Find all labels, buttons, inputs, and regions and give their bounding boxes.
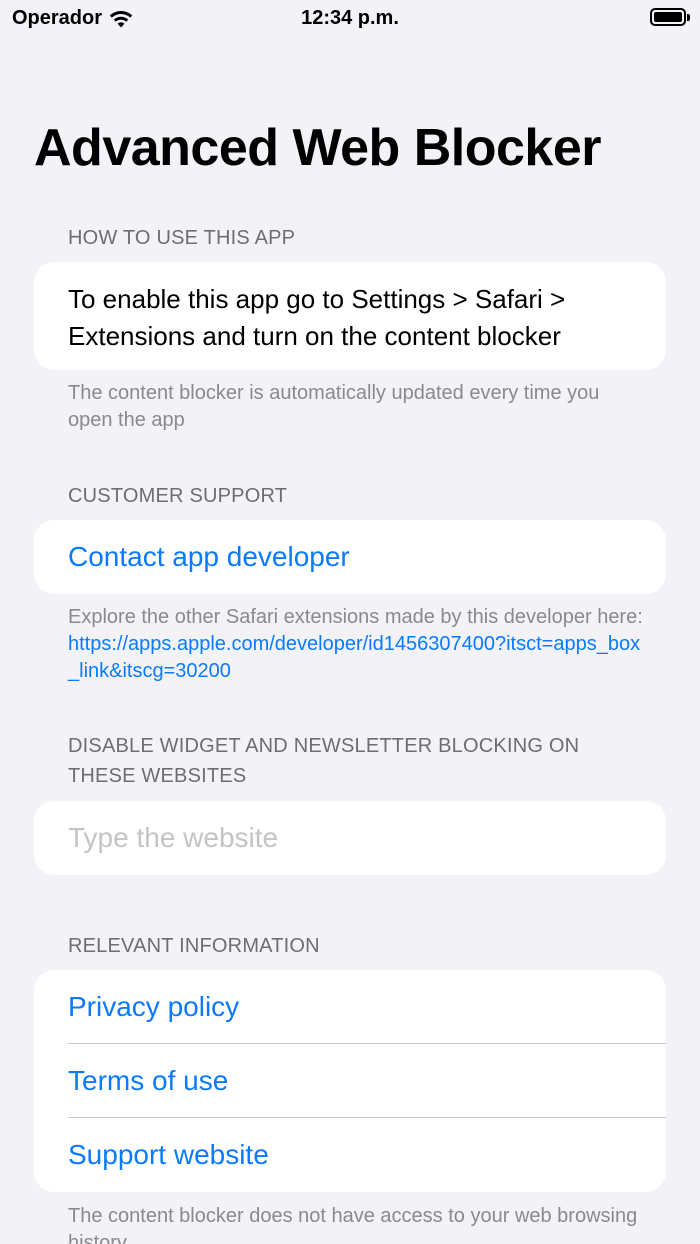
contact-developer-button[interactable]: Contact app developer [34,520,666,594]
battery-full-icon [650,8,690,26]
website-input[interactable] [34,801,666,875]
page-title: Advanced Web Blocker [34,119,602,177]
whitelist-header: DISABLE WIDGET AND NEWSLETTER BLOCKING O… [68,735,580,787]
developer-page-link[interactable]: https://apps.apple.com/developer/id14563… [68,633,640,682]
how-to-card: To enable this app go to Settings > Safa… [34,262,666,370]
how-to-instructions: To enable this app go to Settings > Safa… [68,284,566,351]
info-header: RELEVANT INFORMATION [68,935,320,957]
settings-screen: Operador 12:34 p.m. Advanced Web Blocker… [0,0,700,1244]
support-header: CUSTOMER SUPPORT [68,485,288,507]
info-footer: The content blocker does not have access… [68,1205,638,1244]
support-footer-text: Explore the other Safari extensions made… [68,606,643,628]
battery-cap [687,14,690,21]
terms-of-use-link[interactable]: Terms of use [34,1044,666,1118]
privacy-policy-link[interactable]: Privacy policy [34,970,666,1044]
support-website-link[interactable]: Support website [34,1118,666,1192]
info-card: Privacy policy Terms of use Support webs… [34,970,666,1192]
whitelist-card [34,801,666,875]
battery-level [654,12,682,22]
support-footer: Explore the other Safari extensions made… [68,604,648,685]
status-bar: Operador 12:34 p.m. [0,0,700,40]
how-to-header: HOW TO USE THIS APP [68,227,296,249]
how-to-footer: The content blocker is automatically upd… [68,382,600,431]
clock: 12:34 p.m. [301,7,399,29]
support-card: Contact app developer [34,520,666,594]
